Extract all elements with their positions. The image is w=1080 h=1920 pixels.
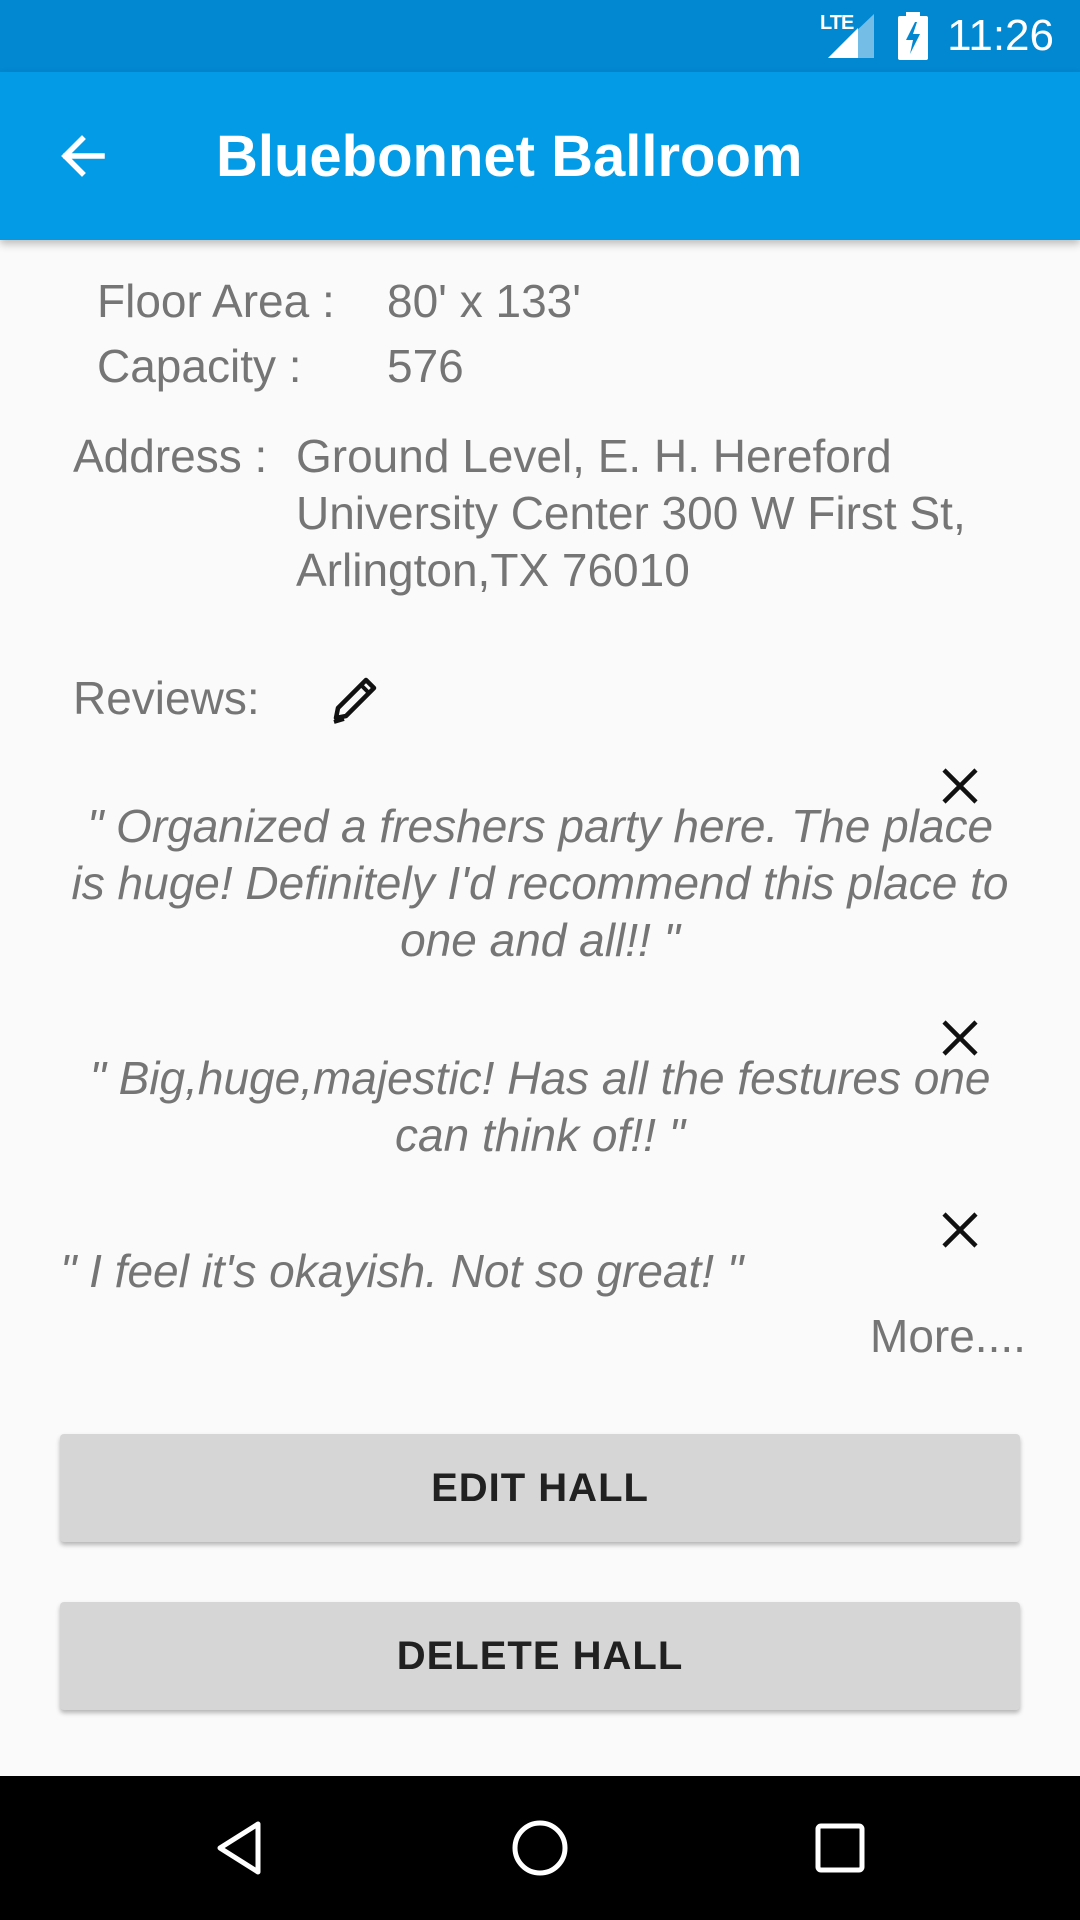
lte-signal-icon <box>828 14 874 58</box>
pencil-icon[interactable] <box>328 670 380 726</box>
edit-hall-button[interactable]: EDIT HALL <box>60 1434 1020 1542</box>
review-item: " I feel it's okayish. Not so great! " <box>60 1243 1020 1300</box>
delete-hall-button[interactable]: DELETE HALL <box>60 1602 1020 1710</box>
review-line: " Big,huge,majestic! Has all the festure… <box>89 1052 991 1104</box>
review-item: " Big,huge,majestic! Has all the festure… <box>60 1050 1020 1164</box>
battery-charging-icon <box>898 12 928 60</box>
review-line: can think of!! " <box>395 1109 685 1161</box>
address-line: Ground Level, E. H. Hereford <box>296 430 892 482</box>
home-circle-icon[interactable] <box>508 1816 572 1880</box>
reviews-label: Reviews: <box>73 672 260 724</box>
back-triangle-icon[interactable] <box>208 1816 272 1880</box>
capacity-value: 576 <box>387 340 464 392</box>
review-line: is huge! Definitely I'd recommend this p… <box>71 857 1009 909</box>
status-time: 11:26 <box>947 11 1054 60</box>
capacity-label: Capacity : <box>97 340 302 392</box>
recents-square-icon[interactable] <box>808 1816 872 1880</box>
navigation-bar <box>0 1776 1080 1920</box>
floor-area-label: Floor Area : <box>97 275 335 327</box>
address-line: University Center 300 W First St, <box>296 487 966 539</box>
arrow-back-icon[interactable] <box>52 124 116 188</box>
review-item: " Organized a freshers party here. The p… <box>60 798 1020 969</box>
address-line: Arlington,TX 76010 <box>296 544 690 596</box>
address-label: Address : <box>73 430 268 482</box>
page-title: Bluebonnet Ballroom <box>216 124 803 189</box>
more-reviews-link[interactable]: More.... <box>870 1308 1026 1365</box>
review-line: " I feel it's okayish. Not so great! " <box>60 1245 744 1297</box>
review-line: one and all!! " <box>400 914 680 966</box>
status-bar: LTE 11:26 <box>0 0 1080 72</box>
app-bar: Bluebonnet Ballroom <box>0 72 1080 240</box>
floor-area-value: 80' x 133' <box>387 275 582 327</box>
review-line: " Organized a freshers party here. The p… <box>86 800 994 852</box>
